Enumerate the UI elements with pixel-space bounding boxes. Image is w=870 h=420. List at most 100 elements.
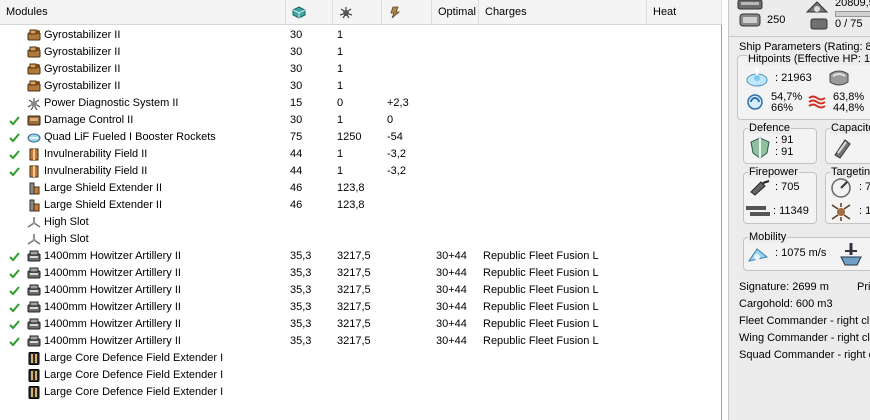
heat-column-header[interactable]: Heat (647, 0, 722, 25)
module-row[interactable]: 1400mm Howitzer Artillery II 35,3 3217,5 30… (0, 299, 720, 316)
capacitor-column-header[interactable] (382, 0, 432, 25)
shield-hp-value: : 21963 (775, 72, 812, 84)
module-name: Quad LiF Fueled I Booster Rockets (44, 131, 216, 143)
module-row[interactable]: High Slot (0, 214, 720, 231)
module-row[interactable]: Gyrostabilizer II 30 1 (0, 61, 720, 78)
velocity-icon (747, 248, 769, 262)
gyrostabilizer-icon (27, 29, 41, 41)
volley-value: : 11349 (773, 205, 809, 217)
online-check-icon[interactable] (9, 149, 20, 160)
module-powergrid: 1 (337, 63, 344, 75)
module-name: Invulnerability Field II (44, 165, 148, 177)
squad-commander-slot[interactable]: Squad Commander - right cli (739, 349, 870, 361)
module-powergrid: 123,8 (337, 199, 365, 211)
module-cpu: 35,3 (290, 335, 312, 347)
capacitor-icon (390, 6, 401, 19)
module-cpu: 35,3 (290, 284, 312, 296)
module-row[interactable]: 1400mm Howitzer Artillery II 35,3 3217,5 30… (0, 265, 720, 282)
module-row[interactable]: Large Shield Extender II 46 123,8 (0, 197, 720, 214)
online-check-icon[interactable] (9, 115, 20, 126)
optimal-column-header[interactable]: Optimal (432, 0, 479, 25)
module-row[interactable]: Gyrostabilizer II 30 1 (0, 78, 720, 95)
module-row[interactable]: 1400mm Howitzer Artillery II 35,3 3217,5 30… (0, 333, 720, 350)
online-check-icon[interactable] (9, 319, 20, 330)
module-row[interactable]: Large Shield Extender II 46 123,8 (0, 180, 720, 197)
module-row[interactable]: Power Diagnostic System II 15 0 +2,3 (0, 95, 720, 112)
module-cpu: 35,3 (290, 267, 312, 279)
defence-heading: Defence (748, 122, 791, 134)
module-name: 1400mm Howitzer Artillery II (44, 267, 181, 279)
calibration-icon (805, 1, 829, 13)
artillery-icon (27, 318, 41, 330)
charges-header-label: Charges (485, 6, 527, 18)
module-row[interactable]: 1400mm Howitzer Artillery II 35,3 3217,5 30… (0, 316, 720, 333)
module-charge[interactable]: Republic Fleet Fusion L (483, 248, 599, 265)
module-powergrid: 1 (337, 80, 344, 92)
rig-icon (28, 386, 40, 399)
module-row[interactable]: 1400mm Howitzer Artillery II 35,3 3217,5 30… (0, 248, 720, 265)
online-check-icon[interactable] (9, 268, 20, 279)
wing-commander-slot[interactable]: Wing Commander - right clic (739, 332, 870, 344)
capacitor-heading: Capacito (830, 122, 870, 134)
shield-resist-thermal-value: 66% (771, 102, 794, 114)
module-row[interactable]: Invulnerability Field II 44 1 -3,2 (0, 163, 720, 180)
cpu-icon (292, 6, 306, 19)
online-check-icon[interactable] (9, 336, 20, 347)
module-optimal: 30+44 (436, 250, 467, 262)
module-optimal: 30+44 (436, 284, 467, 296)
module-charge[interactable]: Republic Fleet Fusion L (483, 333, 599, 350)
calibration-value: 20809,5 (835, 0, 870, 9)
module-powergrid: 1 (337, 165, 344, 177)
module-row[interactable]: Gyrostabilizer II 30 1 (0, 27, 720, 44)
module-row[interactable]: Large Core Defence Field Extender I (0, 384, 720, 401)
module-charge[interactable]: Republic Fleet Fusion L (483, 299, 599, 316)
module-charge[interactable]: Republic Fleet Fusion L (483, 316, 599, 333)
module-row[interactable]: Large Core Defence Field Extender I (0, 350, 720, 367)
module-row[interactable]: Invulnerability Field II 44 1 -3,2 (0, 146, 720, 163)
online-check-icon[interactable] (9, 285, 20, 296)
charges-column-header[interactable]: Charges (479, 0, 647, 25)
module-name: 1400mm Howitzer Artillery II (44, 250, 181, 262)
defence-value-1: : 91 (775, 134, 794, 146)
cpu-column-header[interactable] (286, 0, 333, 25)
module-row[interactable]: High Slot (0, 231, 720, 248)
warp-speed-icon (840, 243, 862, 266)
online-check-icon[interactable] (9, 132, 20, 143)
module-name: Gyrostabilizer II (44, 29, 121, 41)
module-cpu: 35,3 (290, 301, 312, 313)
module-row[interactable]: Damage Control II 30 1 0 (0, 112, 720, 129)
module-powergrid: 1 (337, 46, 344, 58)
targeting-range-icon (831, 178, 851, 198)
module-cpu: 30 (290, 114, 303, 126)
slot-usage-value: 0 / 75 (835, 18, 863, 30)
module-powergrid: 3217,5 (337, 301, 371, 313)
module-row[interactable]: Quad LiF Fueled I Booster Rockets 75 1250 -… (0, 129, 720, 146)
module-charge[interactable]: Republic Fleet Fusion L (483, 265, 599, 282)
armor-hp-icon (829, 70, 849, 86)
powergrid-column-header[interactable] (333, 0, 382, 25)
gyrostabilizer-icon (27, 80, 41, 92)
artillery-icon (27, 335, 41, 347)
signature-radius-text: Signature: 2699 m (739, 281, 829, 293)
module-name: Gyrostabilizer II (44, 63, 121, 75)
module-cpu: 35,3 (290, 318, 312, 330)
online-check-icon[interactable] (9, 302, 20, 313)
fleet-commander-slot[interactable]: Fleet Commander - right click (739, 315, 870, 327)
module-charge[interactable]: Republic Fleet Fusion L (483, 282, 599, 299)
shield-hp-icon (746, 68, 768, 87)
modules-panel: Modules Optimal Charges Heat Gyrostabili… (0, 0, 722, 420)
module-row[interactable]: 1400mm Howitzer Artillery II 35,3 3217,5 30… (0, 282, 720, 299)
module-row[interactable]: Gyrostabilizer II 30 1 (0, 44, 720, 61)
online-check-icon[interactable] (9, 166, 20, 177)
em-resist-icon (747, 94, 763, 110)
defence-value-2: : 91 (775, 146, 794, 158)
module-cpu: 30 (290, 63, 303, 75)
firepower-heading: Firepower (748, 166, 799, 178)
optimal-header-label: Optimal (438, 6, 476, 18)
modules-column-header[interactable]: Modules (0, 0, 286, 25)
module-capacitor: -3,2 (387, 148, 406, 160)
module-row[interactable]: Large Core Defence Field Extender I (0, 367, 720, 384)
online-check-icon[interactable] (9, 251, 20, 262)
module-name: Large Shield Extender II (44, 182, 163, 194)
module-cpu: 46 (290, 199, 303, 211)
